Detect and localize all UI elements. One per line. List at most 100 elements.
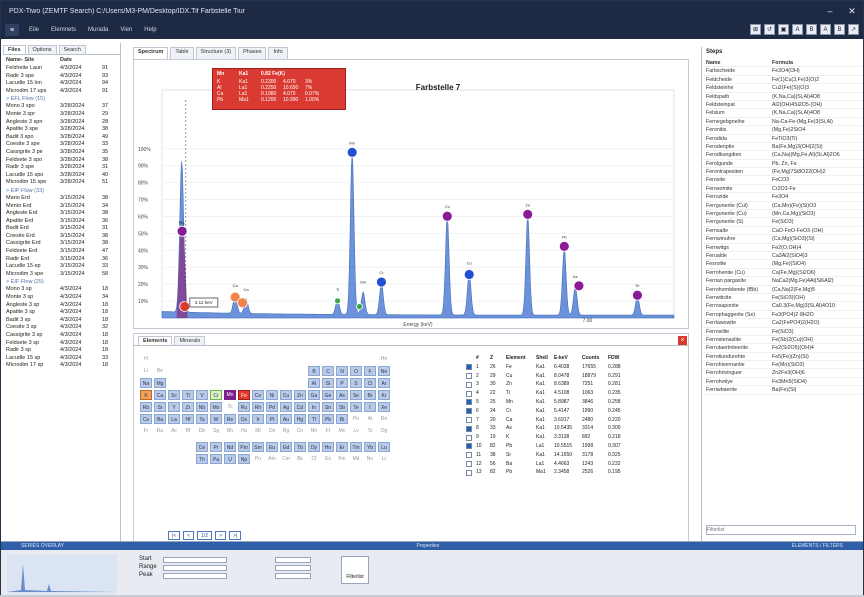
element-pa[interactable]: Pa [210, 454, 222, 464]
element-hs[interactable]: Hs [238, 426, 250, 436]
element-no[interactable]: No [364, 454, 376, 464]
element-ge[interactable]: Ge [322, 390, 334, 400]
mineral-row[interactable]: Farbscheide Fe3O4(OH) [702, 67, 863, 76]
range-field[interactable] [163, 565, 227, 571]
close-button[interactable]: ✕ [841, 1, 863, 21]
row-checkbox[interactable] [466, 408, 472, 415]
element-li[interactable]: Li [140, 366, 152, 376]
tab-info[interactable]: Info [268, 47, 288, 59]
tab-options[interactable]: Options [27, 45, 57, 54]
element-s[interactable]: S [350, 378, 362, 388]
start-value-field[interactable] [275, 557, 311, 563]
element-mc[interactable]: Mc [336, 426, 348, 436]
mineral-row[interactable]: Ferodida FeTiO3(Ti) [702, 135, 863, 143]
element-nd[interactable]: Nd [224, 442, 236, 452]
element-ir[interactable]: Ir [252, 414, 264, 424]
element-tc[interactable]: Tc [224, 402, 236, 412]
mineral-row[interactable]: Name Formula [702, 59, 863, 68]
element-ca[interactable]: Ca [154, 390, 166, 400]
file-row[interactable]: Mario Erd 3/15/2024 38 [3, 195, 120, 203]
element-si[interactable]: Si [322, 378, 334, 388]
tab-structure[interactable]: Structure (3) [195, 47, 237, 59]
mineral-row[interactable]: Ferodkungdien (Ca,Na)(Mg,Fe,Al)(Si,Al)2O6 [702, 151, 863, 160]
element-lu[interactable]: Lu [378, 442, 390, 452]
element-sn[interactable]: Sn [322, 402, 334, 412]
file-row[interactable]: Monte 3 sp 4/3/2024 34 [3, 294, 120, 302]
menu-file[interactable]: Eile [29, 27, 39, 33]
mineral-row[interactable]: Ferrgunerite (Cu) (Mn,Ca,Mg)(SiO3) [702, 210, 863, 219]
element-er[interactable]: Er [336, 442, 348, 452]
file-row[interactable]: Badit Erd 3/15/2024 31 [3, 225, 120, 233]
menu-view[interactable]: Vien [120, 27, 132, 33]
header-cell[interactable]: Z [490, 354, 506, 363]
file-row[interactable]: Badit 3 spo 3/28/2024 49 [3, 134, 120, 142]
element-pd[interactable]: Pd [266, 402, 278, 412]
file-row[interactable]: Apatite Erd 3/15/2024 36 [3, 218, 120, 226]
element-pu[interactable]: Pu [252, 454, 264, 464]
element-po[interactable]: Po [350, 414, 362, 424]
pager-button[interactable]: > [215, 531, 227, 540]
element-ta[interactable]: Ta [196, 414, 208, 424]
row-checkbox[interactable] [466, 460, 472, 467]
tab-spectrum[interactable]: Spectrum [133, 47, 169, 59]
element-cn[interactable]: Cn [294, 426, 306, 436]
file-row[interactable]: Microdim 17 sp 4/3/2024 18 [3, 362, 120, 370]
element-c[interactable]: C [322, 366, 334, 376]
element-cl[interactable]: Cl [364, 378, 376, 388]
row-checkbox[interactable] [466, 381, 472, 388]
mineral-row[interactable]: Ferrosilite Fe(SiO3) [702, 328, 863, 336]
row-checkbox[interactable] [466, 434, 472, 441]
element-co[interactable]: Co [252, 390, 264, 400]
element-row[interactable]: 1 26 Fe Ka1 6.4038 17655 0.288 [464, 363, 676, 372]
element-b[interactable]: B [308, 366, 320, 376]
element-rh[interactable]: Rh [252, 402, 264, 412]
element-th[interactable]: Th [196, 454, 208, 464]
mineral-row[interactable]: Ferontrapesiten (Fe,Mg)7Si8O22(OH)2 [702, 168, 863, 177]
element-db[interactable]: Db [196, 426, 208, 436]
mineral-row[interactable]: Ferrosaponite Ca0.3(Fe,Mg)3(Si,Al)4O10 [702, 302, 863, 311]
mineral-row[interactable]: Fernegebgneihe Na-Ca-Fe-(Mg,Fe)3(Si,Al) [702, 118, 863, 127]
file-row[interactable]: Feldsete 3 spo 3/28/2024 38 [3, 157, 120, 165]
element-ba[interactable]: Ba [154, 414, 166, 424]
mineral-row[interactable]: Ferrohenite (Cu) Ca(Fe,Mg)(Si2O6) [702, 269, 863, 278]
element-eu[interactable]: Eu [266, 442, 278, 452]
element-zr[interactable]: Zr [182, 402, 194, 412]
element-ga[interactable]: Ga [308, 390, 320, 400]
mineral-row[interactable]: Ferrostenaslite Fe(Sb)2(Cu)(OH) [702, 336, 863, 345]
element-k[interactable]: K [140, 390, 152, 400]
element-tm[interactable]: Tm [350, 442, 362, 452]
element-ar[interactable]: Ar [378, 378, 390, 388]
mineral-row[interactable]: Fernwinuhre (Ca,Mg)(SiO3)(Si) [702, 235, 863, 244]
file-row[interactable]: Coesite 3 sp 4/3/2024 32 [3, 324, 120, 332]
element-ti[interactable]: Ti [182, 390, 194, 400]
peak-value-field[interactable] [275, 573, 311, 579]
element-mo[interactable]: Mo [210, 402, 222, 412]
element-w[interactable]: W [210, 414, 222, 424]
element-al[interactable]: Al [308, 378, 320, 388]
element-row[interactable]: 5 25 Mn Ka1 5.8987 3846 0.258 [464, 398, 676, 407]
element-row[interactable]: 3 30 Zn Ka1 8.6389 7251 0.281 [464, 380, 676, 389]
file-row[interactable]: Microdim 3 spe 3/15/2024 58 [3, 271, 120, 279]
mineral-row[interactable]: Ferrohotiye Fe3Mn5(SiO4) [702, 378, 863, 387]
element-ts[interactable]: Ts [364, 426, 376, 436]
element-y[interactable]: Y [168, 402, 180, 412]
element-fl[interactable]: Fl [322, 426, 334, 436]
mineral-row[interactable]: Ferosomite Cr2O3·Fe [702, 185, 863, 194]
element-f[interactable]: F [364, 366, 376, 376]
file-row[interactable]: Radir 3 spe 3/28/2024 31 [3, 164, 120, 172]
element-sm[interactable]: Sm [252, 442, 264, 452]
col-name[interactable]: Name- Sile [6, 57, 60, 63]
file-row[interactable]: Lacudle 15 sp 4/3/2024 33 [3, 355, 120, 363]
row-checkbox[interactable] [466, 364, 472, 371]
row-checkbox[interactable] [466, 469, 472, 476]
element-kr[interactable]: Kr [378, 390, 390, 400]
home-button[interactable]: ≡ [5, 24, 19, 36]
toolbar-icon-5[interactable]: A [820, 24, 831, 35]
tab-search[interactable]: Search [58, 45, 86, 54]
element-ag[interactable]: Ag [280, 402, 292, 412]
file-row[interactable]: Cassigrite 3 sp 4/3/2024 18 [3, 332, 120, 340]
element-mn[interactable]: Mn [224, 390, 236, 400]
mineral-row[interactable]: Fernwitgs Fe2(O,OH)4 [702, 244, 863, 252]
element-yb[interactable]: Yb [364, 442, 376, 452]
header-cell[interactable]: Shell [536, 354, 554, 363]
